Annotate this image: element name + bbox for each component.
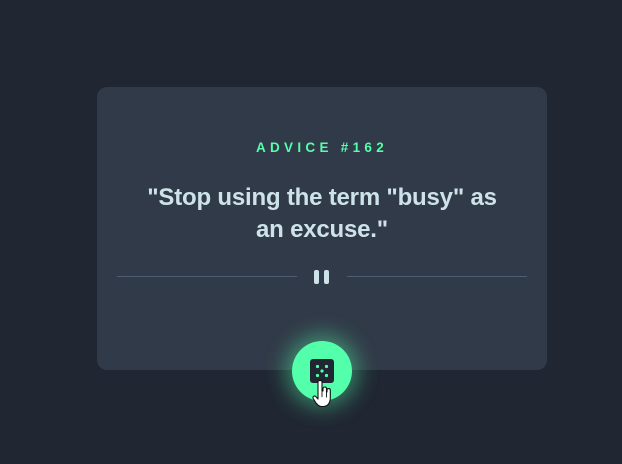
pause-icon [313,269,331,285]
advice-quote: "Stop using the term "busy" as an excuse… [147,184,497,243]
divider [117,269,527,285]
new-advice-dice-button[interactable] [292,341,352,401]
divider-line-right [347,276,527,277]
dice-icon [310,359,334,383]
page: ADVICE #162 "Stop using the term "busy" … [0,0,622,464]
advice-id: ADVICE #162 [255,140,389,155]
advice-card: ADVICE #162 "Stop using the term "busy" … [97,87,547,370]
divider-line-left [117,276,297,277]
